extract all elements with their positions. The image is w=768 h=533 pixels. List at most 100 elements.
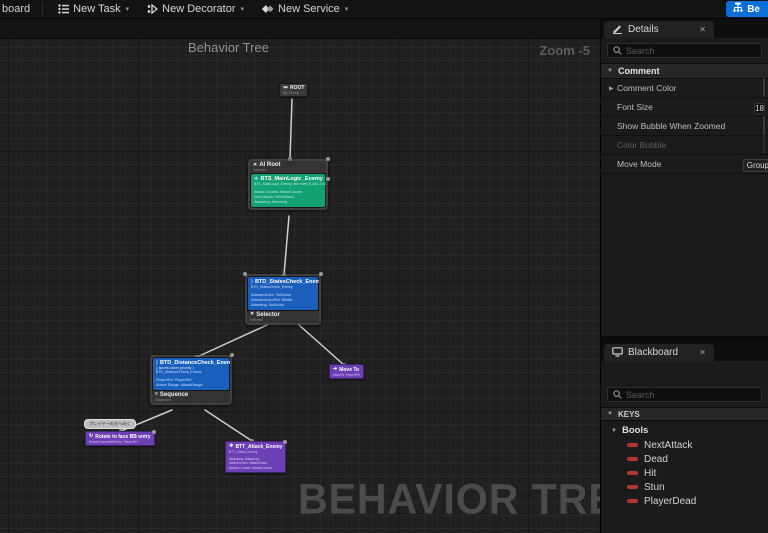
blackboard-key-nextattack[interactable]: NextAttack [601, 438, 768, 452]
bool-key-icon [627, 499, 638, 503]
decorator-icon: ⟩ [156, 361, 158, 366]
selector-icon: ✕ [250, 312, 254, 317]
property-row-comment-color: ▶ Comment Color [601, 79, 768, 98]
blackboard-search-input[interactable] [626, 390, 756, 400]
category-comment[interactable]: ▼ Comment [601, 63, 768, 79]
move-to-subtitle: MoveTo: PlayerRef [333, 373, 360, 377]
new-service-button[interactable]: New Service ▾ [253, 0, 357, 18]
attack-subtitle: BTT_Attack_Enemy [229, 450, 282, 454]
new-service-label: New Service [278, 3, 340, 15]
blackboard-key-playerdead[interactable]: PlayerDead [601, 494, 768, 508]
key-name: Hit [644, 468, 656, 479]
node-root[interactable]: ≔ ROOT BB_Enemy [279, 83, 308, 97]
bool-key-icon [627, 457, 638, 461]
move-mode-label: Move Mode [617, 159, 661, 169]
move-mode-select[interactable]: Group [743, 159, 768, 172]
show-bubble-when-zoomed-label: Show Bubble When Zoomed [617, 121, 725, 131]
new-task-label: New Task [73, 3, 120, 15]
node-pin [326, 177, 330, 181]
details-searchbox[interactable] [607, 43, 762, 58]
attack-line: Attack Counts: AttackCounts [229, 466, 282, 471]
move-to-icon: ➜ [333, 367, 337, 372]
comment-color-label: Comment Color [617, 83, 677, 93]
service-subtitle: BTS_MainLogic_Enemy: tick every 0.40s..0… [254, 182, 322, 186]
node-pin [283, 440, 287, 444]
ai-root-subtitle: Selector [253, 168, 323, 172]
property-row-font-size: Font Size 18 [601, 98, 768, 117]
behavior-tree-graph-canvas[interactable]: Behavior Tree Zoom -5 BEHAVIOR TREE ≔ RO… [0, 19, 600, 533]
new-task-button[interactable]: New Task ▾ [49, 0, 138, 18]
new-task-icon [58, 4, 69, 14]
right-panel: Details ✕ ▼ Comment ▶ Comment Color [600, 19, 768, 533]
decorator-line: Attack Range: AttackRange [156, 383, 226, 388]
graph-title: Behavior Tree [188, 40, 269, 55]
node-distance-check-sequence[interactable]: ⟩ BTD_DistanceCheck_Enemy ( aborts lower… [150, 355, 232, 405]
new-service-icon [262, 4, 274, 14]
attack-title: BTT_Attack_Enemy [235, 444, 282, 450]
key-name: Dead [644, 454, 668, 465]
node-move-to[interactable]: ➜ Move To MoveTo: PlayerRef [329, 364, 364, 379]
node-pin [243, 272, 247, 276]
decorator-line: Attacking: SelfActor [251, 303, 315, 308]
node-pin [152, 430, 156, 434]
selector-icon: ✕ [253, 163, 257, 168]
font-size-input[interactable]: 18 [754, 103, 765, 114]
close-icon[interactable]: ✕ [699, 348, 706, 357]
category-comment-label: Comment [618, 66, 660, 76]
behavior-tree-mode-button[interactable]: Be [726, 1, 768, 17]
rotate-icon: ↻ [89, 434, 93, 439]
node-ai-root[interactable]: ✕ AI Root Selector ❖ BTS_MainLogic_Enemy… [248, 159, 328, 210]
expander-icon[interactable]: ▶ [609, 85, 617, 92]
service-bts-mainlogic[interactable]: ❖ BTS_MainLogic_Enemy BTS_MainLogic_Enem… [251, 174, 325, 207]
node-btt-attack-enemy[interactable]: ❖ BTT_Attack_Enemy BTT_Attack_Enemy Atta… [225, 441, 286, 473]
rotate-title: Rotate to face BB entry [95, 434, 150, 440]
new-decorator-button[interactable]: New Decorator ▾ [138, 0, 253, 18]
behavior-tree-icon [733, 2, 743, 16]
search-icon [613, 42, 622, 60]
color-bubble-label: Color Bubble [617, 140, 666, 150]
blackboard-searchbox[interactable] [607, 387, 762, 402]
comment-bubble[interactable]: プレイヤーの方へ向く [84, 419, 136, 429]
node-pin [326, 157, 330, 161]
root-node-subtitle: BB_Enemy [283, 91, 304, 95]
blackboard-key-dead[interactable]: Dead [601, 452, 768, 466]
new-decorator-icon [147, 4, 158, 14]
blackboard-toolbar-space [601, 361, 768, 382]
selector-subtitle: Selector [250, 318, 316, 322]
service-line: Attacking: Attacking [254, 200, 322, 205]
blackboard-toolbar-button-partial[interactable]: board [0, 3, 36, 15]
blackboard-tabstrip: Blackboard ✕ [601, 342, 768, 361]
decorator-states-check[interactable]: ⟩ BTD_StatesCheck_Enemy BTD_StatesCheck_… [248, 277, 318, 310]
details-search-input[interactable] [626, 46, 756, 56]
details-tab-label: Details [628, 24, 659, 35]
bools-group[interactable]: ▼ Bools [601, 421, 768, 438]
node-rotate-to-face-bb-entry[interactable]: ↻ Rotate to face BB entry RotateTowardsB… [85, 431, 155, 446]
bool-key-icon [627, 485, 638, 489]
comment-color-swatch[interactable] [763, 78, 765, 97]
tab-blackboard[interactable]: Blackboard ✕ [604, 344, 714, 361]
key-name: NextAttack [644, 440, 692, 451]
show-bubble-checkbox[interactable] [763, 116, 765, 135]
blackboard-key-hit[interactable]: Hit [601, 466, 768, 480]
sequence-icon: ≡ [155, 392, 158, 397]
decorator-distance-check[interactable]: ⟩ BTD_DistanceCheck_Enemy ( aborts lower… [153, 358, 229, 390]
chevron-down-icon: ▾ [241, 5, 245, 13]
keys-header[interactable]: ▼ KEYS [601, 407, 768, 421]
search-icon [613, 386, 622, 404]
close-icon[interactable]: ✕ [699, 25, 706, 34]
behavior-tree-editor: board New Task ▾ New Decorator ▾ [0, 0, 768, 533]
details-empty-space [601, 174, 768, 336]
selector-title: Selector [256, 312, 280, 318]
new-decorator-label: New Decorator [162, 3, 235, 15]
task-icon: ❖ [229, 444, 233, 449]
decorator-subtitle: BTD_DistanceCheck_Enemy [156, 370, 226, 374]
node-states-check-selector[interactable]: ⟩ BTD_StatesCheck_Enemy BTD_StatesCheck_… [245, 274, 321, 325]
tab-details[interactable]: Details ✕ [604, 21, 714, 38]
move-to-title: Move To [339, 367, 359, 373]
sequence-title: Sequence [160, 392, 188, 398]
blackboard-key-stun[interactable]: Stun [601, 480, 768, 494]
key-name: Stun [644, 482, 665, 493]
node-pin [230, 353, 234, 357]
property-row-show-bubble: Show Bubble When Zoomed [601, 117, 768, 136]
decorator-icon: ⟩ [251, 280, 253, 285]
